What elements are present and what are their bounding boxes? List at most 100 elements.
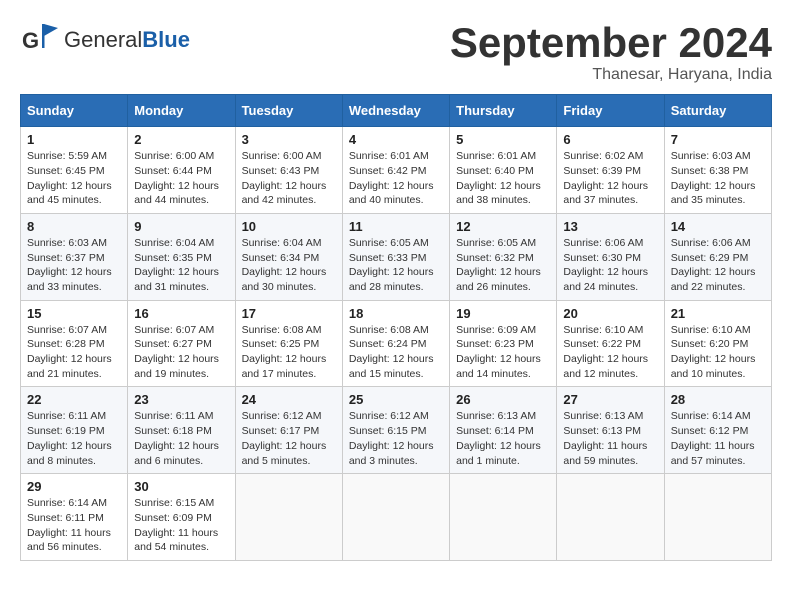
calendar-cell: 19 Sunrise: 6:09 AM Sunset: 6:23 PM Dayl… (450, 300, 557, 387)
day-number: 28 (671, 392, 765, 407)
calendar-week-row: 22 Sunrise: 6:11 AM Sunset: 6:19 PM Dayl… (21, 387, 772, 474)
day-detail: Sunrise: 6:04 AM Sunset: 6:34 PM Dayligh… (242, 236, 336, 295)
calendar-cell: 30 Sunrise: 6:15 AM Sunset: 6:09 PM Dayl… (128, 474, 235, 561)
day-detail: Sunrise: 6:13 AM Sunset: 6:14 PM Dayligh… (456, 409, 550, 468)
calendar-cell: 9 Sunrise: 6:04 AM Sunset: 6:35 PM Dayli… (128, 213, 235, 300)
calendar-cell (342, 474, 449, 561)
day-number: 13 (563, 219, 657, 234)
day-detail: Sunrise: 6:10 AM Sunset: 6:20 PM Dayligh… (671, 323, 765, 382)
calendar-cell: 16 Sunrise: 6:07 AM Sunset: 6:27 PM Dayl… (128, 300, 235, 387)
title-block: September 2024 Thanesar, Haryana, India (450, 20, 772, 84)
logo: G GeneralBlue (20, 20, 190, 60)
calendar-cell (664, 474, 771, 561)
day-detail: Sunrise: 6:11 AM Sunset: 6:18 PM Dayligh… (134, 409, 228, 468)
day-number: 7 (671, 132, 765, 147)
calendar-cell: 27 Sunrise: 6:13 AM Sunset: 6:13 PM Dayl… (557, 387, 664, 474)
day-detail: Sunrise: 6:07 AM Sunset: 6:28 PM Dayligh… (27, 323, 121, 382)
day-detail: Sunrise: 6:09 AM Sunset: 6:23 PM Dayligh… (456, 323, 550, 382)
day-number: 17 (242, 306, 336, 321)
day-number: 18 (349, 306, 443, 321)
day-number: 24 (242, 392, 336, 407)
calendar-cell: 18 Sunrise: 6:08 AM Sunset: 6:24 PM Dayl… (342, 300, 449, 387)
day-number: 12 (456, 219, 550, 234)
day-number: 10 (242, 219, 336, 234)
day-detail: Sunrise: 6:12 AM Sunset: 6:17 PM Dayligh… (242, 409, 336, 468)
day-number: 6 (563, 132, 657, 147)
day-detail: Sunrise: 6:10 AM Sunset: 6:22 PM Dayligh… (563, 323, 657, 382)
calendar-cell: 29 Sunrise: 6:14 AM Sunset: 6:11 PM Dayl… (21, 474, 128, 561)
logo-text: GeneralBlue (64, 27, 190, 53)
calendar-cell: 7 Sunrise: 6:03 AM Sunset: 6:38 PM Dayli… (664, 127, 771, 214)
calendar-cell (235, 474, 342, 561)
day-detail: Sunrise: 6:02 AM Sunset: 6:39 PM Dayligh… (563, 149, 657, 208)
calendar-cell: 2 Sunrise: 6:00 AM Sunset: 6:44 PM Dayli… (128, 127, 235, 214)
day-detail: Sunrise: 6:00 AM Sunset: 6:43 PM Dayligh… (242, 149, 336, 208)
day-number: 16 (134, 306, 228, 321)
calendar-header-row: SundayMondayTuesdayWednesdayThursdayFrid… (21, 95, 772, 127)
day-number: 19 (456, 306, 550, 321)
day-detail: Sunrise: 6:15 AM Sunset: 6:09 PM Dayligh… (134, 496, 228, 555)
calendar-cell: 20 Sunrise: 6:10 AM Sunset: 6:22 PM Dayl… (557, 300, 664, 387)
day-number: 27 (563, 392, 657, 407)
day-detail: Sunrise: 6:07 AM Sunset: 6:27 PM Dayligh… (134, 323, 228, 382)
day-detail: Sunrise: 6:05 AM Sunset: 6:32 PM Dayligh… (456, 236, 550, 295)
calendar-cell: 6 Sunrise: 6:02 AM Sunset: 6:39 PM Dayli… (557, 127, 664, 214)
day-number: 4 (349, 132, 443, 147)
day-number: 2 (134, 132, 228, 147)
col-header-tuesday: Tuesday (235, 95, 342, 127)
day-number: 30 (134, 479, 228, 494)
day-number: 23 (134, 392, 228, 407)
page-header: G GeneralBlue September 2024 Thanesar, H… (20, 20, 772, 84)
day-detail: Sunrise: 6:13 AM Sunset: 6:13 PM Dayligh… (563, 409, 657, 468)
day-detail: Sunrise: 6:08 AM Sunset: 6:25 PM Dayligh… (242, 323, 336, 382)
calendar-cell: 10 Sunrise: 6:04 AM Sunset: 6:34 PM Dayl… (235, 213, 342, 300)
day-number: 14 (671, 219, 765, 234)
day-number: 29 (27, 479, 121, 494)
calendar-week-row: 15 Sunrise: 6:07 AM Sunset: 6:28 PM Dayl… (21, 300, 772, 387)
calendar-cell: 21 Sunrise: 6:10 AM Sunset: 6:20 PM Dayl… (664, 300, 771, 387)
logo-blue: Blue (142, 27, 190, 52)
day-number: 15 (27, 306, 121, 321)
calendar-cell: 26 Sunrise: 6:13 AM Sunset: 6:14 PM Dayl… (450, 387, 557, 474)
calendar-cell: 22 Sunrise: 6:11 AM Sunset: 6:19 PM Dayl… (21, 387, 128, 474)
calendar-cell: 3 Sunrise: 6:00 AM Sunset: 6:43 PM Dayli… (235, 127, 342, 214)
calendar-cell: 5 Sunrise: 6:01 AM Sunset: 6:40 PM Dayli… (450, 127, 557, 214)
calendar-cell: 24 Sunrise: 6:12 AM Sunset: 6:17 PM Dayl… (235, 387, 342, 474)
day-detail: Sunrise: 5:59 AM Sunset: 6:45 PM Dayligh… (27, 149, 121, 208)
day-detail: Sunrise: 6:08 AM Sunset: 6:24 PM Dayligh… (349, 323, 443, 382)
calendar-cell: 8 Sunrise: 6:03 AM Sunset: 6:37 PM Dayli… (21, 213, 128, 300)
day-detail: Sunrise: 6:14 AM Sunset: 6:11 PM Dayligh… (27, 496, 121, 555)
day-number: 11 (349, 219, 443, 234)
day-detail: Sunrise: 6:00 AM Sunset: 6:44 PM Dayligh… (134, 149, 228, 208)
day-number: 21 (671, 306, 765, 321)
calendar-cell: 11 Sunrise: 6:05 AM Sunset: 6:33 PM Dayl… (342, 213, 449, 300)
day-number: 25 (349, 392, 443, 407)
day-detail: Sunrise: 6:01 AM Sunset: 6:40 PM Dayligh… (456, 149, 550, 208)
col-header-friday: Friday (557, 95, 664, 127)
calendar-cell: 12 Sunrise: 6:05 AM Sunset: 6:32 PM Dayl… (450, 213, 557, 300)
calendar-cell: 15 Sunrise: 6:07 AM Sunset: 6:28 PM Dayl… (21, 300, 128, 387)
day-detail: Sunrise: 6:12 AM Sunset: 6:15 PM Dayligh… (349, 409, 443, 468)
col-header-wednesday: Wednesday (342, 95, 449, 127)
col-header-saturday: Saturday (664, 95, 771, 127)
calendar-cell: 13 Sunrise: 6:06 AM Sunset: 6:30 PM Dayl… (557, 213, 664, 300)
calendar-cell: 23 Sunrise: 6:11 AM Sunset: 6:18 PM Dayl… (128, 387, 235, 474)
location-subtitle: Thanesar, Haryana, India (450, 66, 772, 84)
day-number: 20 (563, 306, 657, 321)
day-detail: Sunrise: 6:05 AM Sunset: 6:33 PM Dayligh… (349, 236, 443, 295)
day-detail: Sunrise: 6:06 AM Sunset: 6:30 PM Dayligh… (563, 236, 657, 295)
col-header-thursday: Thursday (450, 95, 557, 127)
calendar-cell (450, 474, 557, 561)
calendar-cell: 4 Sunrise: 6:01 AM Sunset: 6:42 PM Dayli… (342, 127, 449, 214)
calendar-cell: 1 Sunrise: 5:59 AM Sunset: 6:45 PM Dayli… (21, 127, 128, 214)
col-header-sunday: Sunday (21, 95, 128, 127)
day-number: 5 (456, 132, 550, 147)
day-detail: Sunrise: 6:06 AM Sunset: 6:29 PM Dayligh… (671, 236, 765, 295)
day-number: 8 (27, 219, 121, 234)
day-detail: Sunrise: 6:03 AM Sunset: 6:38 PM Dayligh… (671, 149, 765, 208)
svg-text:G: G (22, 28, 39, 53)
logo-general: General (64, 27, 142, 52)
logo-icon: G (20, 20, 60, 60)
day-detail: Sunrise: 6:04 AM Sunset: 6:35 PM Dayligh… (134, 236, 228, 295)
calendar-cell: 17 Sunrise: 6:08 AM Sunset: 6:25 PM Dayl… (235, 300, 342, 387)
